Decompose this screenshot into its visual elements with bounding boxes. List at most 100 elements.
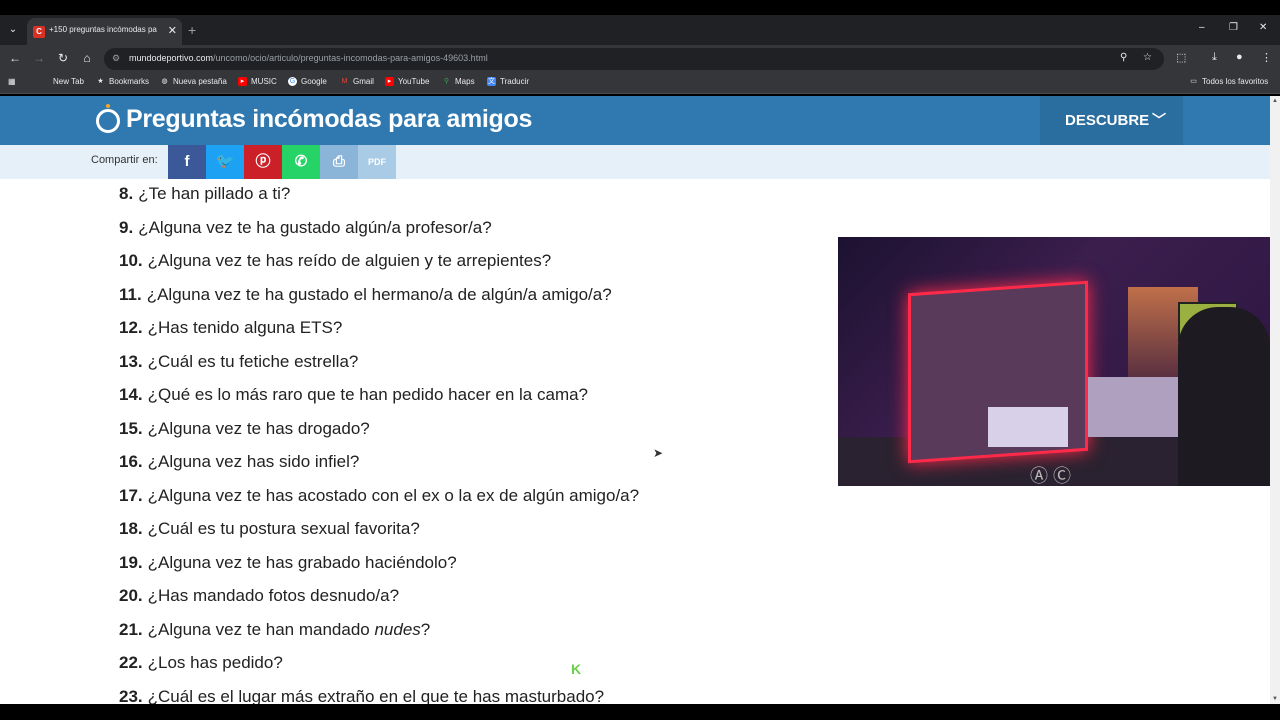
webcam-overlay <box>838 237 1270 486</box>
question-text: ¿Alguna vez te ha gustado el hermano/a d… <box>146 284 612 304</box>
youtube-icon: ▸ <box>238 77 247 86</box>
list-item: 9. ¿Alguna vez te ha gustado algún/a prof… <box>119 218 639 252</box>
apps-grid-icon[interactable]: ▦ <box>8 77 16 86</box>
bookmark-new-tab[interactable]: New Tab <box>53 77 84 86</box>
question-number: 17. <box>119 485 143 505</box>
pinterest-icon: ⓟ <box>255 153 271 170</box>
pinterest-share-button[interactable]: ⓟ <box>244 145 282 179</box>
back-icon[interactable]: ← <box>8 51 22 65</box>
globe-icon: ◍ <box>161 78 168 85</box>
question-number: 10. <box>119 251 143 270</box>
bottom-strip <box>0 704 1280 720</box>
list-item: 18. ¿Cuál es tu postura sexual favorita? <box>119 519 639 553</box>
list-item: 13. ¿Cuál es tu fetiche estrella? <box>119 352 639 386</box>
mouse-cursor-icon: ➤ <box>653 446 664 460</box>
address-bar[interactable]: ⚙ mundodeportivo.com/uncomo/ocio/articul… <box>104 48 1164 70</box>
question-text: ¿Alguna vez te ha gustado algún/a profes… <box>138 217 492 237</box>
question-number: 15. <box>119 418 143 438</box>
scroll-up-icon[interactable]: ▲ <box>1272 98 1278 104</box>
printer-icon: ⎙ <box>332 153 345 170</box>
bookmark-traducir[interactable]: 文 Traducir <box>487 77 529 86</box>
star-icon: ★ <box>97 78 104 85</box>
pdf-button[interactable]: PDF <box>358 145 396 179</box>
zoom-icon[interactable]: ⚲ <box>1120 52 1127 63</box>
question-text: ¿Has tenido alguna ETS? <box>147 318 343 337</box>
descubre-menu-button[interactable]: DESCUBRE ﹀ <box>1040 96 1183 145</box>
page-scrollbar[interactable]: ▲ ▼ <box>1270 96 1280 704</box>
question-text: ¿Alguna vez te has reído de alguien y te… <box>147 251 552 270</box>
question-list: 8. ¿Te han pillado a ti? 9. ¿Alguna vez te … <box>119 184 639 704</box>
chevron-down-icon: ﹀ <box>1152 112 1166 128</box>
logo-dot <box>106 104 110 108</box>
tab-close-icon[interactable]: ✕ <box>168 24 177 37</box>
extensions-icon[interactable]: ⬚ <box>1176 51 1186 64</box>
print-button[interactable]: ⎙ <box>320 145 358 179</box>
bookmark-maps[interactable]: ⚲ Maps <box>442 77 475 86</box>
scroll-down-icon[interactable]: ▼ <box>1272 696 1278 702</box>
all-bookmarks[interactable]: ▭ Todos los favoritos <box>1189 77 1268 86</box>
descubre-label: DESCUBRE <box>1065 112 1150 129</box>
question-number: 14. <box>119 385 143 404</box>
menu-icon[interactable]: ⋮ <box>1261 51 1272 64</box>
download-icon[interactable]: ⤓ <box>1212 51 1217 64</box>
forward-icon[interactable]: → <box>32 51 46 65</box>
reload-icon[interactable]: ↻ <box>56 51 70 65</box>
question-number: 16. <box>119 452 143 471</box>
list-item: 21. ¿Alguna vez te han mandado nudes? <box>119 620 639 654</box>
question-text: ¿Cuál es tu postura sexual favorita? <box>147 519 420 538</box>
site-info-icon[interactable]: ⚙ <box>112 53 120 64</box>
question-number: 12. <box>119 318 143 337</box>
folder-icon: ▭ <box>1190 78 1197 85</box>
bookmark-google[interactable]: G Google <box>288 77 327 86</box>
bookmark-music[interactable]: ▸ MUSIC <box>238 77 277 86</box>
bookmark-bookmarks[interactable]: ★ Bookmarks <box>96 77 149 86</box>
bookmark-gmail[interactable]: M Gmail <box>340 77 374 86</box>
profile-avatar-icon[interactable]: ● <box>1236 51 1243 63</box>
new-tab-icon[interactable]: + <box>188 22 196 38</box>
google-icon: G <box>288 77 297 86</box>
question-emphasis: nudes <box>374 619 421 639</box>
list-item: 19. ¿Alguna vez te has grabado haciéndolo… <box>119 553 639 587</box>
question-number: 20. <box>119 586 143 605</box>
question-text: ¿Cuál es tu fetiche estrella? <box>147 351 359 371</box>
question-text: ¿Alguna vez te has drogado? <box>147 418 370 438</box>
close-window-icon[interactable]: ✕ <box>1259 22 1267 33</box>
translate-icon: 文 <box>487 77 496 86</box>
bookmark-label: Traducir <box>500 77 530 86</box>
question-text: ¿Los has pedido? <box>147 653 283 672</box>
url-host: mundodeportivo.com <box>129 53 214 63</box>
site-header: Preguntas incómodas para amigos DESCUBRE… <box>0 96 1270 145</box>
page-title: Preguntas incómodas para amigos <box>126 105 533 133</box>
bookmark-nueva-pestana[interactable]: ◍ Nueva pestaña <box>160 77 226 86</box>
list-item: 22. ¿Los has pedido? <box>119 653 639 687</box>
question-number: 23. <box>119 686 143 705</box>
restore-icon[interactable]: ❐ <box>1229 22 1238 33</box>
youtube-icon: ▸ <box>385 77 394 86</box>
share-bar: Compartir en: f 🐦 ⓟ ✆ ⎙ PDF <box>0 145 1270 179</box>
question-number: 19. <box>119 552 143 572</box>
twitter-share-button[interactable]: 🐦 <box>206 145 244 179</box>
bookmark-youtube[interactable]: ▸ YouTube <box>385 77 429 86</box>
bookmark-label: YouTube <box>398 77 430 86</box>
web-page: Preguntas incómodas para amigos DESCUBRE… <box>0 96 1270 704</box>
question-text: ¿Cuál es el lugar más extraño en el que … <box>147 686 605 705</box>
webcam-person <box>1178 307 1270 486</box>
site-favicon-icon: C <box>33 26 45 38</box>
list-item: 8. ¿Te han pillado a ti? <box>119 184 639 218</box>
facebook-share-button[interactable]: f <box>168 145 206 179</box>
home-icon[interactable]: ⌂ <box>80 51 94 65</box>
url-text[interactable]: mundodeportivo.com/uncomo/ocio/articulo/… <box>129 53 488 63</box>
whatsapp-share-button[interactable]: ✆ <box>282 145 320 179</box>
bookmark-star-icon[interactable]: ☆ <box>1143 52 1152 63</box>
bookmark-label: Maps <box>455 77 475 86</box>
minimize-icon[interactable]: – <box>1199 22 1205 33</box>
list-item: 10. ¿Alguna vez te has reído de alguien y… <box>119 251 639 285</box>
tab-search-icon[interactable]: ⌄ <box>5 22 21 38</box>
facebook-icon: f <box>184 153 190 170</box>
bookmark-label: Google <box>301 77 327 86</box>
active-tab[interactable]: C +150 preguntas incómodas pa ✕ <box>27 18 182 45</box>
maps-pin-icon: ⚲ <box>443 78 450 85</box>
logo-icon[interactable] <box>96 109 120 133</box>
tab-title: +150 preguntas incómodas pa <box>49 25 157 34</box>
url-path: /uncomo/ocio/articulo/preguntas-incomoda… <box>213 53 488 63</box>
